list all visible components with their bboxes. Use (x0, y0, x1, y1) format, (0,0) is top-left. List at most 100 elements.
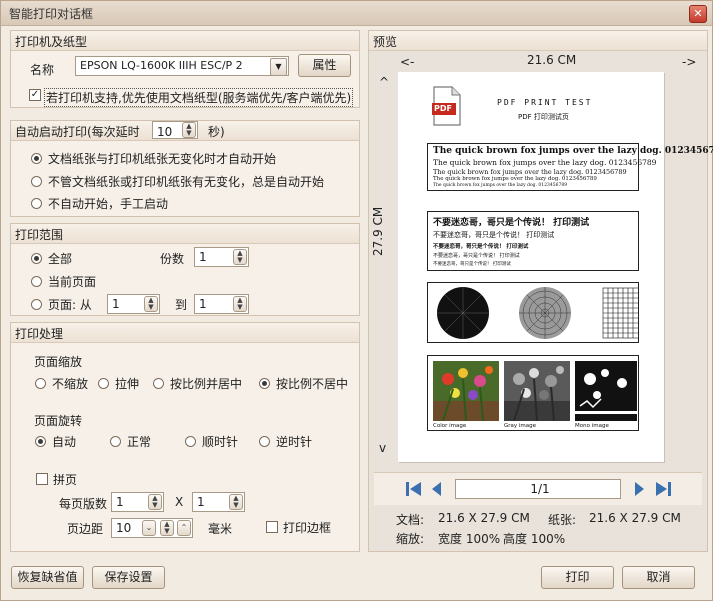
close-icon[interactable]: ✕ (689, 5, 707, 23)
preview-right-arrow: -> (682, 55, 697, 69)
from-page-field[interactable]: 1 ▲ ▼ (107, 294, 160, 314)
rotate-option-1: 正常 (127, 435, 152, 449)
delay-value: 10 (157, 125, 173, 139)
pattern-box (427, 282, 654, 343)
rotate-radio-0[interactable] (35, 436, 46, 447)
range-pages-radio[interactable] (31, 299, 42, 310)
mono-image (575, 361, 637, 421)
per-page-x-field[interactable]: 1 ▲ ▼ (111, 492, 164, 512)
to-page-value: 1 (199, 297, 207, 311)
printer-group: 打印机及纸型 名称 EPSON LQ-1600K IIIH ESC/P 2 ▼ … (10, 30, 360, 108)
cn-line-2: 不要迷恋哥，哥只是个传说！ 打印测试 (433, 244, 529, 250)
print-border-checkbox[interactable] (266, 521, 278, 533)
scale-option-3: 按比例不居中 (276, 377, 349, 391)
preview-left-arrow: <- (400, 55, 415, 69)
range-pages-label: 页面: 从 (48, 298, 92, 312)
chevron-up-icon[interactable]: ⌃ (177, 520, 191, 536)
english-sample-box: The quick brown fox jumps over the lazy … (427, 143, 713, 191)
preview-panel: 预览 <- 21.6 CM -> ^ 27.9 CM v PDF PDF PRI… (368, 30, 713, 552)
per-page-label: 每页版数 (59, 497, 108, 511)
x-label: X (175, 495, 184, 509)
chinese-sample-box: 不要迷恋哥，哥只是个传说！ 打印测试 不要迷恋哥，哥只是个传说！ 打印测试 不要… (427, 211, 639, 271)
restore-defaults-button[interactable]: 恢复缺省值 (11, 566, 84, 589)
title-bar: 智能打印对话框 ✕ (1, 1, 712, 26)
copies-field[interactable]: 1 ▲ ▼ (194, 247, 249, 267)
scale-option-2: 按比例并居中 (170, 377, 243, 391)
printer-name-label: 名称 (30, 63, 55, 77)
scale-radio-3[interactable] (259, 378, 270, 389)
margin-unit: 毫米 (208, 522, 233, 536)
color-image-label: Color image (433, 423, 467, 429)
rotate-radio-1[interactable] (110, 436, 121, 447)
rotate-radio-2[interactable] (185, 436, 196, 447)
page-indicator-field[interactable]: 1/1 (455, 479, 621, 499)
spin-icon[interactable]: ▲ ▼ (148, 494, 162, 510)
dropdown-icon[interactable]: ▼ (270, 58, 287, 76)
to-page-field[interactable]: 1 ▲ ▼ (194, 294, 249, 314)
doc-size-value: 21.6 X 27.9 CM (438, 511, 530, 525)
process-group: 打印处理 页面缩放 不缩放 拉伸 按比例并居中 按比例不居中 页面旋转 自动 正… (10, 322, 360, 552)
tile-checkbox[interactable] (36, 473, 48, 485)
spin-icon[interactable]: ▲ ▼ (229, 494, 243, 510)
scale-radio-2[interactable] (153, 378, 164, 389)
en-line-3: The quick brown fox jumps over the lazy … (433, 176, 597, 182)
spin-icon[interactable]: ▲ ▼ (144, 296, 158, 312)
print-button[interactable]: 打印 (541, 566, 614, 589)
save-settings-button[interactable]: 保存设置 (92, 566, 165, 589)
printer-select[interactable]: EPSON LQ-1600K IIIH ESC/P 2 ▼ (75, 56, 289, 76)
first-page-icon[interactable] (405, 481, 423, 497)
scale-label: 页面缩放 (34, 355, 83, 369)
delay-field[interactable]: 10 ▲ ▼ (152, 121, 198, 139)
pdf-file-icon: PDF (432, 86, 462, 126)
from-page-value: 1 (112, 297, 120, 311)
preview-page: PDF PDF PRINT TEST PDF 打印测试页 The quick b… (398, 72, 713, 462)
chevron-down-icon[interactable]: ⌄ (142, 520, 156, 536)
spin-icon[interactable]: ▲ ▼ (233, 296, 247, 312)
copies-label: 份数 (160, 252, 185, 266)
autostart-radio-0[interactable] (31, 153, 42, 164)
scale-height-value: 高度 100% (503, 532, 566, 546)
preview-width-label: 21.6 CM (527, 53, 577, 67)
margin-field[interactable]: 10 ⌄ ▲ ▼ ⌃ (111, 518, 193, 538)
scale-option-1: 拉伸 (115, 377, 140, 391)
cancel-button[interactable]: 取消 (622, 566, 695, 589)
spin-icon[interactable]: ▲ ▼ (233, 249, 247, 265)
pdf-badge: PDF (434, 104, 452, 113)
preview-title: 预览 (373, 35, 398, 49)
autostart-option-2: 不自动开始，手工启动 (48, 197, 169, 211)
print-border-label: 打印边框 (283, 521, 332, 535)
printer-properties-button[interactable]: 属性 (298, 54, 351, 77)
test-title-cn: PDF 打印测试页 (518, 113, 569, 121)
mono-image-label: Mono image (575, 423, 609, 429)
last-page-icon[interactable] (654, 481, 672, 497)
autostart-radio-2[interactable] (31, 198, 42, 209)
doc-paper-checkbox[interactable]: ✓ (29, 89, 41, 101)
rotate-label: 页面旋转 (34, 414, 83, 428)
next-page-icon[interactable] (632, 481, 646, 497)
window-title: 智能打印对话框 (9, 7, 94, 21)
preview-down-arrow: v (379, 441, 387, 455)
scale-option-0: 不缩放 (52, 377, 89, 391)
image-sample-box: Color image Gray image Mono image (427, 355, 639, 431)
spin-icon[interactable]: ▲ ▼ (160, 520, 174, 536)
process-group-title: 打印处理 (15, 327, 64, 341)
en-line-2: The quick brown fox jumps over the lazy … (433, 168, 627, 176)
scale-radio-1[interactable] (98, 378, 109, 389)
spin-icon[interactable]: ▲ ▼ (182, 122, 196, 138)
range-current-radio[interactable] (31, 276, 42, 287)
test-title-en: PDF PRINT TEST (497, 98, 593, 107)
cn-line-0: 不要迷恋哥，哥只是个传说！ 打印测试 (433, 218, 590, 228)
cn-line-3: 不要迷恋哥，哥只是个传说！ 打印测试 (433, 253, 520, 259)
scale-radio-0[interactable] (35, 378, 46, 389)
rotate-radio-3[interactable] (259, 436, 270, 447)
per-page-y-value: 1 (197, 495, 205, 509)
printer-select-value: EPSON LQ-1600K IIIH ESC/P 2 (80, 59, 243, 72)
autostart-radio-1[interactable] (31, 176, 42, 187)
pagination-bar: 1/1 (374, 472, 702, 505)
prev-page-icon[interactable] (430, 481, 444, 497)
per-page-y-field[interactable]: 1 ▲ ▼ (192, 492, 245, 512)
autostart-option-1: 不管文档纸张或打印机纸张有无变化，总是自动开始 (48, 175, 325, 189)
range-group-title: 打印范围 (15, 228, 64, 242)
preview-up-arrow: ^ (379, 75, 390, 89)
range-all-radio[interactable] (31, 253, 42, 264)
